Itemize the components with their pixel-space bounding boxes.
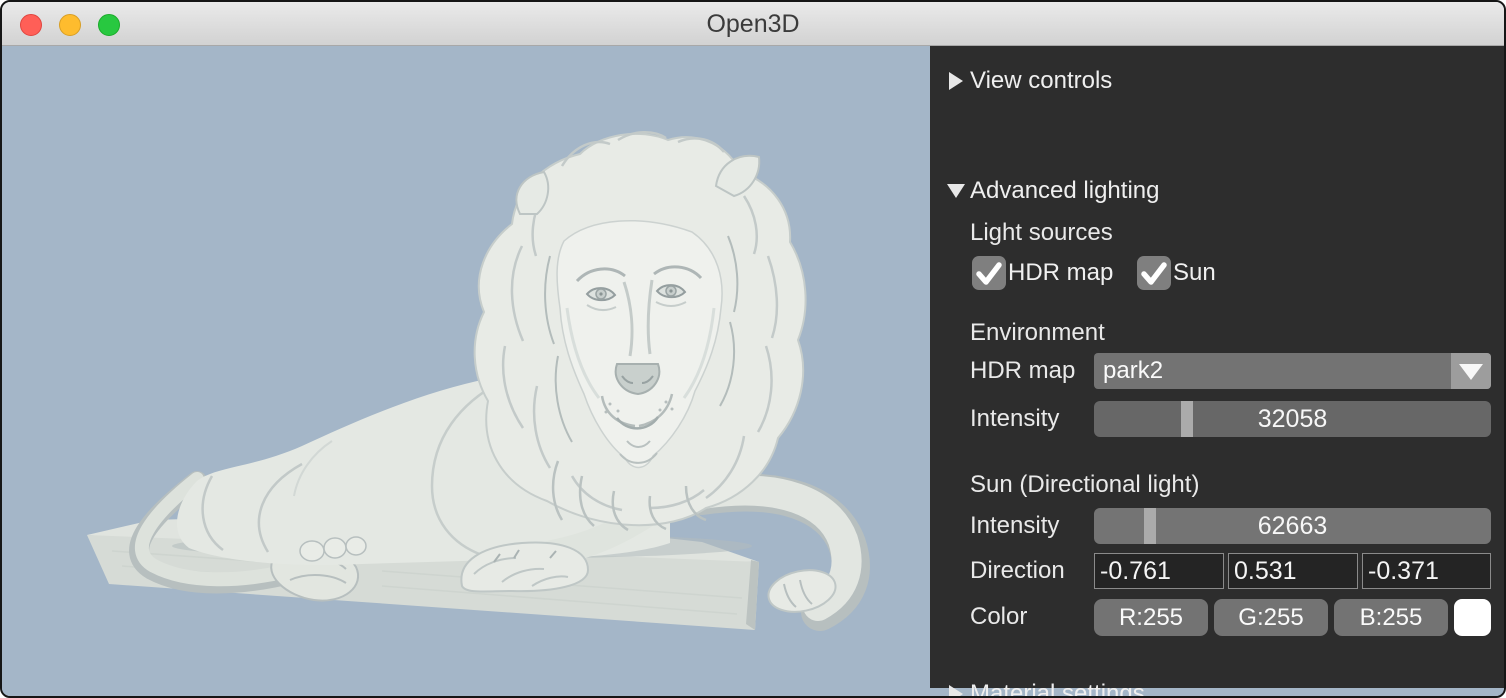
direction-x-field[interactable]: -0.761 <box>1094 553 1224 589</box>
section-advanced-lighting[interactable]: Advanced lighting <box>930 176 1504 206</box>
title-bar[interactable]: Open3D <box>2 2 1504 46</box>
sun-direction-label: Direction <box>970 557 1065 584</box>
collapsed-arrow-icon <box>949 685 963 696</box>
collapsed-arrow-icon <box>949 72 963 90</box>
sun-color-label: Color <box>970 603 1028 630</box>
sun-direction-row: Direction -0.761 0.531 -0.371 <box>930 553 1504 589</box>
hdr-map-dropdown-button[interactable] <box>1451 353 1491 389</box>
sun-group: Sun (Directional light) <box>930 470 1504 500</box>
light-sources-group: Light sources <box>930 218 1504 248</box>
light-sources-checkbox-row: HDR map Sun <box>930 256 1504 290</box>
hdr-map-dropdown[interactable]: park2 <box>1094 353 1491 389</box>
environment-intensity-row: Intensity 32058 <box>930 401 1504 437</box>
red-channel-button[interactable]: R:255 <box>1094 599 1208 636</box>
light-sources-label: Light sources <box>970 219 1113 246</box>
sun-intensity-label: Intensity <box>970 512 1060 539</box>
hdr-map-row: HDR map park2 <box>930 353 1504 389</box>
checkmark-icon <box>976 262 1002 285</box>
direction-y-field[interactable]: 0.531 <box>1228 553 1358 589</box>
blue-channel-button[interactable]: B:255 <box>1334 599 1448 636</box>
sun-color-swatch[interactable] <box>1454 599 1491 636</box>
environment-label: Environment <box>970 319 1105 346</box>
green-channel-button[interactable]: G:255 <box>1214 599 1328 636</box>
section-label: Material settings <box>970 680 1145 698</box>
environment-group: Environment <box>930 318 1504 348</box>
checkmark-icon <box>1141 262 1167 285</box>
sun-color-row: Color R:255 G:255 B:255 <box>930 599 1504 636</box>
sun-intensity-value: 62663 <box>1257 512 1328 540</box>
section-view-controls[interactable]: View controls <box>930 66 1504 96</box>
chevron-down-icon <box>1459 364 1483 380</box>
lion-statue <box>87 131 870 631</box>
sun-intensity-row: Intensity 62663 <box>930 508 1504 544</box>
sun-checkbox[interactable] <box>1137 256 1171 290</box>
sun-group-label: Sun (Directional light) <box>970 471 1200 498</box>
section-label: Advanced lighting <box>970 177 1160 204</box>
hdr-map-dropdown-value: park2 <box>1103 357 1164 384</box>
window-title: Open3D <box>706 10 800 38</box>
sun-checkbox-label: Sun <box>1173 259 1216 286</box>
expanded-arrow-icon <box>947 184 965 198</box>
direction-z-field[interactable]: -0.371 <box>1362 553 1491 589</box>
environment-intensity-value: 32058 <box>1257 405 1328 433</box>
open3d-window: Open3D View controls Advanced lighting L… <box>0 0 1506 698</box>
sun-intensity-slider[interactable]: 62663 <box>1094 508 1491 544</box>
section-label: View controls <box>970 67 1113 94</box>
hdr-map-checkbox[interactable] <box>972 256 1006 290</box>
hdr-map-checkbox-label: HDR map <box>1008 259 1114 286</box>
environment-intensity-slider[interactable]: 32058 <box>1094 401 1491 437</box>
hdr-map-label: HDR map <box>970 357 1076 384</box>
settings-panel: View controls Advanced lighting Light so… <box>930 46 1504 696</box>
section-material-settings[interactable]: Material settings <box>930 679 1504 698</box>
environment-intensity-label: Intensity <box>970 405 1060 432</box>
